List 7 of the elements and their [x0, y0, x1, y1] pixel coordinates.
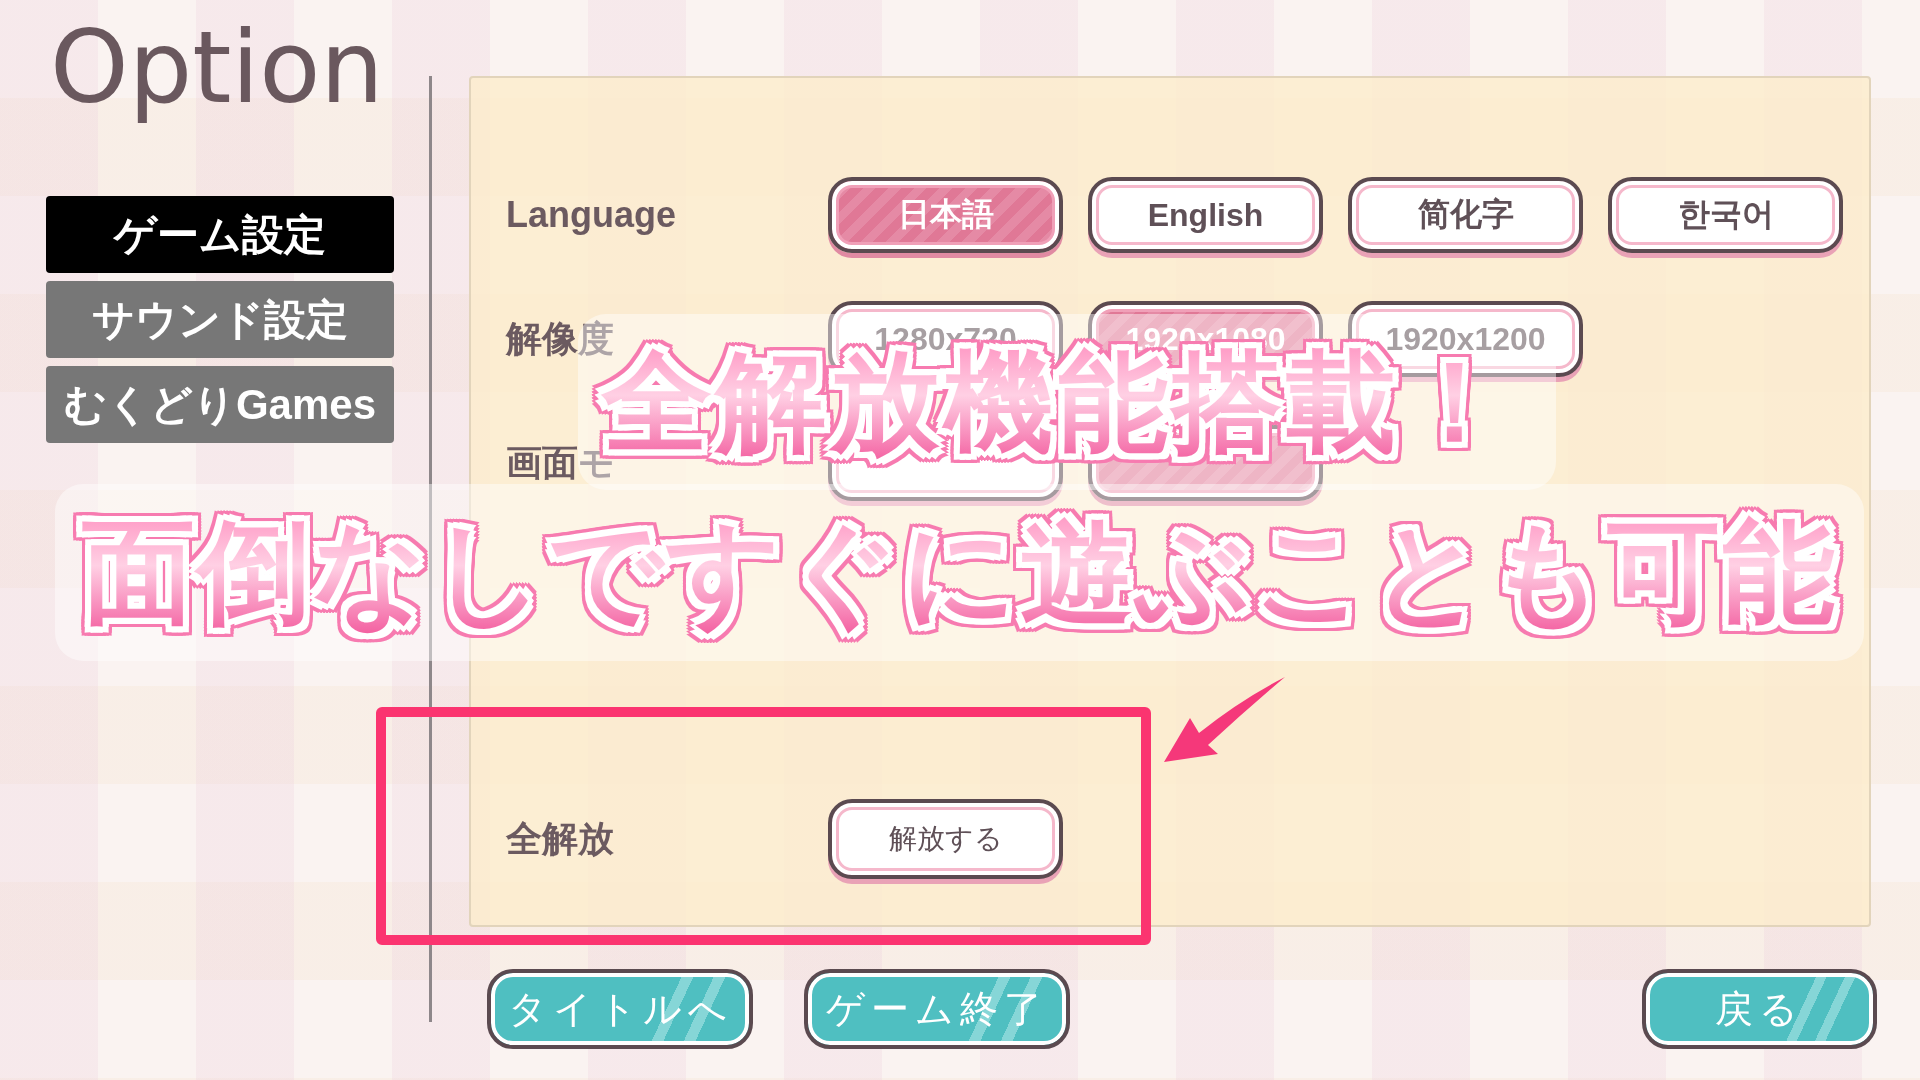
sidebar-tab[interactable]: サウンド設定 — [46, 281, 394, 358]
page-title: Option — [50, 8, 384, 128]
arrow-icon — [1162, 676, 1286, 764]
sidebar-tab[interactable]: ゲーム設定 — [46, 196, 394, 273]
setting-label: Language — [506, 194, 676, 235]
setting-label: 全解放 — [506, 817, 614, 859]
sidebar-tab[interactable]: むくどりGames — [46, 366, 394, 443]
